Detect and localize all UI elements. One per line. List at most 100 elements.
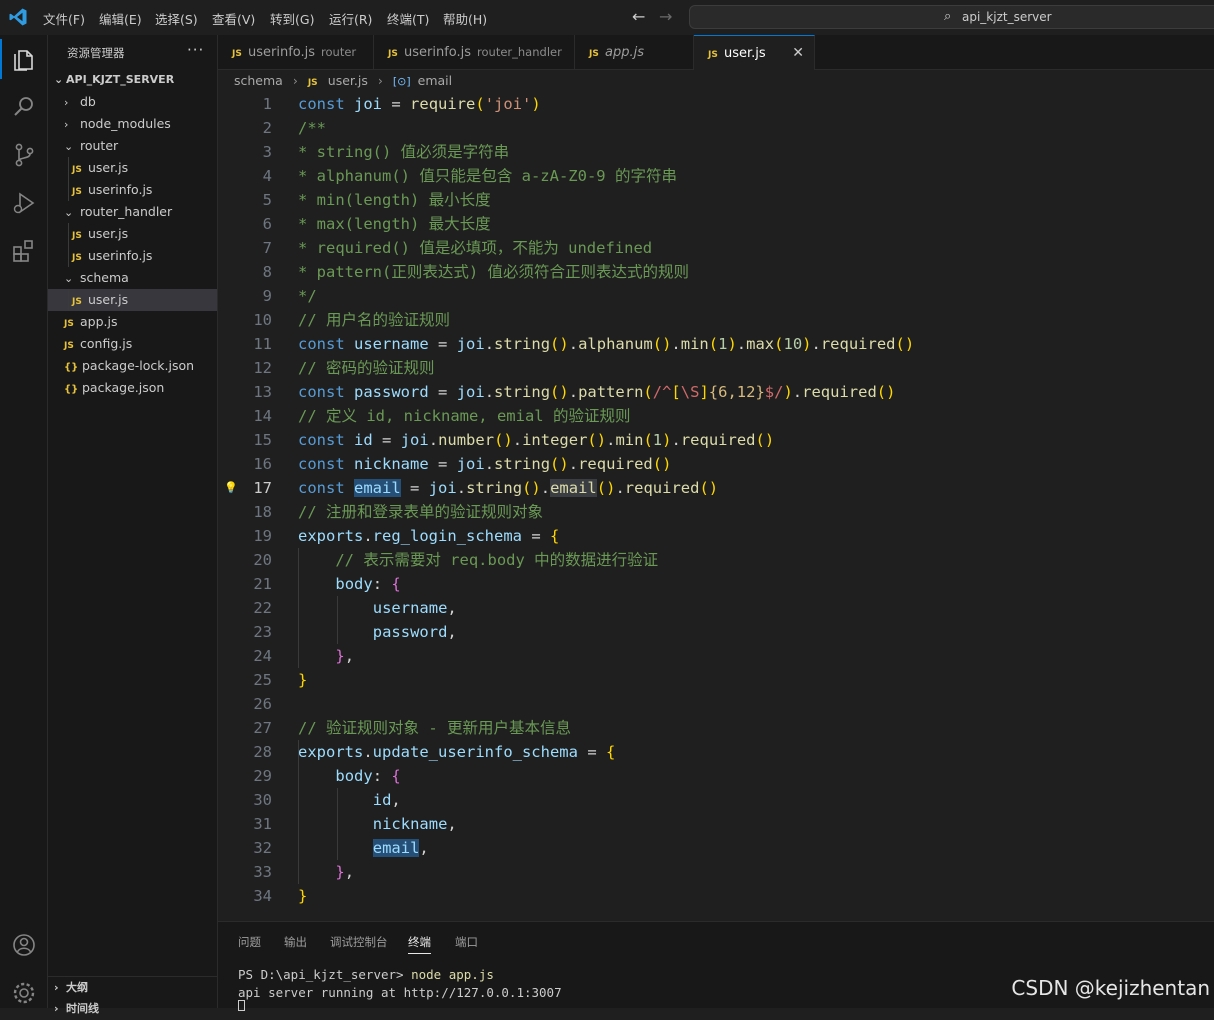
breadcrumb-file[interactable]: user.js	[328, 70, 368, 92]
code-line[interactable]: 22 username,	[218, 596, 1214, 620]
timeline-label: 时间线	[66, 1002, 99, 1015]
panel-tab[interactable]: 端口	[455, 934, 478, 950]
tree-file[interactable]: JS app.js	[48, 311, 217, 333]
code-line[interactable]: 5 * min(length) 最小长度	[218, 188, 1214, 212]
code-line[interactable]: 19 exports.reg_login_schema = {	[218, 524, 1214, 548]
code-line[interactable]: 2 /**	[218, 116, 1214, 140]
code-line[interactable]: 28 exports.update_userinfo_schema = {	[218, 740, 1214, 764]
code-text: email,	[372, 839, 429, 857]
code-line[interactable]: 15 const id = joi.number().integer().min(…	[218, 428, 1214, 452]
tree-file[interactable]: JS config.js	[48, 333, 217, 355]
menu-item[interactable]: 文件(F)	[43, 9, 85, 28]
run-debug-icon[interactable]	[10, 189, 38, 217]
menu-item[interactable]: 终端(T)	[387, 9, 429, 28]
explorer-icon[interactable]	[10, 45, 38, 73]
code-line[interactable]: 10 // 用户名的验证规则	[218, 308, 1214, 332]
code-editor[interactable]: 1 const joi = require('joi') 2 /** 3 * string…	[218, 92, 1214, 921]
code-line[interactable]: 31 nickname,	[218, 812, 1214, 836]
account-icon[interactable]	[10, 931, 38, 959]
code-line[interactable]: 24 },	[218, 644, 1214, 668]
tree-file[interactable]: JS user.js	[48, 223, 217, 245]
settings-gear-icon[interactable]	[10, 979, 38, 1007]
editor-tab[interactable]: JS app.js	[575, 35, 694, 70]
menu-item[interactable]: 查看(V)	[212, 9, 255, 28]
editor-tab[interactable]: JS userinfo.js router_handler	[374, 35, 575, 70]
forward-arrow-icon[interactable]: →	[659, 7, 672, 26]
project-root-folder[interactable]: ⌄ API_KJZT_SERVER	[54, 73, 174, 86]
code-line[interactable]: 20 // 表示需要对 req.body 中的数据进行验证	[218, 548, 1214, 572]
code-line[interactable]: 26	[218, 692, 1214, 716]
line-number: 16	[253, 455, 272, 473]
breadcrumb-folder[interactable]: schema	[234, 70, 283, 92]
tree-folder[interactable]: ⌄ router	[48, 135, 217, 157]
code-line[interactable]: 17 💡 const email = joi.string().email().re…	[218, 476, 1214, 500]
panel-tab[interactable]: 终端	[408, 934, 431, 954]
code-line[interactable]: 16 const nickname = joi.string().required…	[218, 452, 1214, 476]
tree-file[interactable]: JS user.js	[48, 157, 217, 179]
js-file-icon: JS	[232, 49, 242, 59]
extensions-icon[interactable]	[10, 237, 38, 265]
menu-item[interactable]: 帮助(H)	[443, 9, 487, 28]
close-icon[interactable]: ✕	[792, 36, 804, 71]
code-line[interactable]: 6 * max(length) 最大长度	[218, 212, 1214, 236]
js-file-icon: JS	[72, 231, 82, 241]
code-line[interactable]: 27 // 验证规则对象 - 更新用户基本信息	[218, 716, 1214, 740]
tree-folder[interactable]: › db	[48, 91, 217, 113]
code-line[interactable]: 33 },	[218, 860, 1214, 884]
tree-file[interactable]: {} package.json	[48, 377, 217, 399]
timeline-section[interactable]: › 时间线	[48, 998, 217, 1020]
code-line[interactable]: 13 const password = joi.string().pattern(…	[218, 380, 1214, 404]
code-line[interactable]: 34}	[218, 884, 1214, 908]
code-line[interactable]: 30 id,	[218, 788, 1214, 812]
menu-item[interactable]: 选择(S)	[155, 9, 198, 28]
code-line[interactable]: 18 // 注册和登录表单的验证规则对象	[218, 500, 1214, 524]
code-line[interactable]: 14 // 定义 id, nickname, emial 的验证规则	[218, 404, 1214, 428]
panel-tab[interactable]: 问题	[238, 934, 261, 950]
code-text: },	[335, 863, 355, 881]
tree-folder[interactable]: › node_modules	[48, 113, 217, 135]
menu-item[interactable]: 编辑(E)	[99, 9, 142, 28]
tree-folder[interactable]: ⌄ router_handler	[48, 201, 217, 223]
code-line[interactable]: 1 const joi = require('joi')	[218, 92, 1214, 116]
more-actions-icon[interactable]: ···	[187, 41, 204, 59]
js-file-icon: JS	[72, 165, 82, 175]
panel-tab[interactable]: 输出	[284, 934, 307, 950]
command-center-search[interactable]: ⌕ api_kjzt_server	[689, 5, 1214, 29]
js-file-icon: JS	[72, 253, 82, 263]
terminal-cursor[interactable]	[238, 1000, 245, 1011]
code-line[interactable]: 9 */	[218, 284, 1214, 308]
tree-folder[interactable]: ⌄ schema	[48, 267, 217, 289]
outline-section[interactable]: › 大纲	[48, 976, 217, 999]
tree-file[interactable]: JS user.js	[48, 289, 217, 311]
line-number: 23	[253, 623, 272, 641]
back-arrow-icon[interactable]: ←	[632, 7, 645, 26]
editor-tab[interactable]: JS user.js ✕	[694, 35, 815, 71]
tree-file[interactable]: JS userinfo.js	[48, 179, 217, 201]
lightbulb-icon[interactable]: 💡	[224, 476, 238, 500]
code-line[interactable]: 23 password,	[218, 620, 1214, 644]
code-line[interactable]: 8 * pattern(正则表达式) 值必须符合正则表达式的规则	[218, 260, 1214, 284]
tree-file[interactable]: {} package-lock.json	[48, 355, 217, 377]
code-line[interactable]: 25}	[218, 668, 1214, 692]
code-line[interactable]: 4 * alphanum() 值只能是包含 a-zA-Z0-9 的字符串	[218, 164, 1214, 188]
tree-item-label: db	[79, 94, 96, 109]
tree-file[interactable]: JS userinfo.js	[48, 245, 217, 267]
code-line[interactable]: 11 const username = joi.string().alphanum…	[218, 332, 1214, 356]
search-icon[interactable]	[10, 93, 38, 121]
source-control-icon[interactable]	[10, 141, 38, 169]
editor-tab[interactable]: JS userinfo.js router	[218, 35, 374, 70]
code-line[interactable]: 32 email,	[218, 836, 1214, 860]
json-file-icon: {}	[64, 362, 79, 373]
code-line[interactable]: 21 body: {	[218, 572, 1214, 596]
line-number: 6	[262, 215, 272, 233]
code-line[interactable]: 29 body: {	[218, 764, 1214, 788]
breadcrumb-symbol[interactable]: email	[418, 70, 452, 92]
code-text: const nickname = joi.string().required()	[298, 455, 672, 473]
menu-item[interactable]: 运行(R)	[329, 9, 372, 28]
panel-tab[interactable]: 调试控制台	[330, 934, 388, 950]
code-line[interactable]: 7 * required() 值是必填项，不能为 undefined	[218, 236, 1214, 260]
menu-item[interactable]: 转到(G)	[270, 9, 314, 28]
code-line[interactable]: 3 * string() 值必须是字符串	[218, 140, 1214, 164]
code-line[interactable]: 12 // 密码的验证规则	[218, 356, 1214, 380]
chevron-right-icon: ›	[54, 1002, 59, 1015]
